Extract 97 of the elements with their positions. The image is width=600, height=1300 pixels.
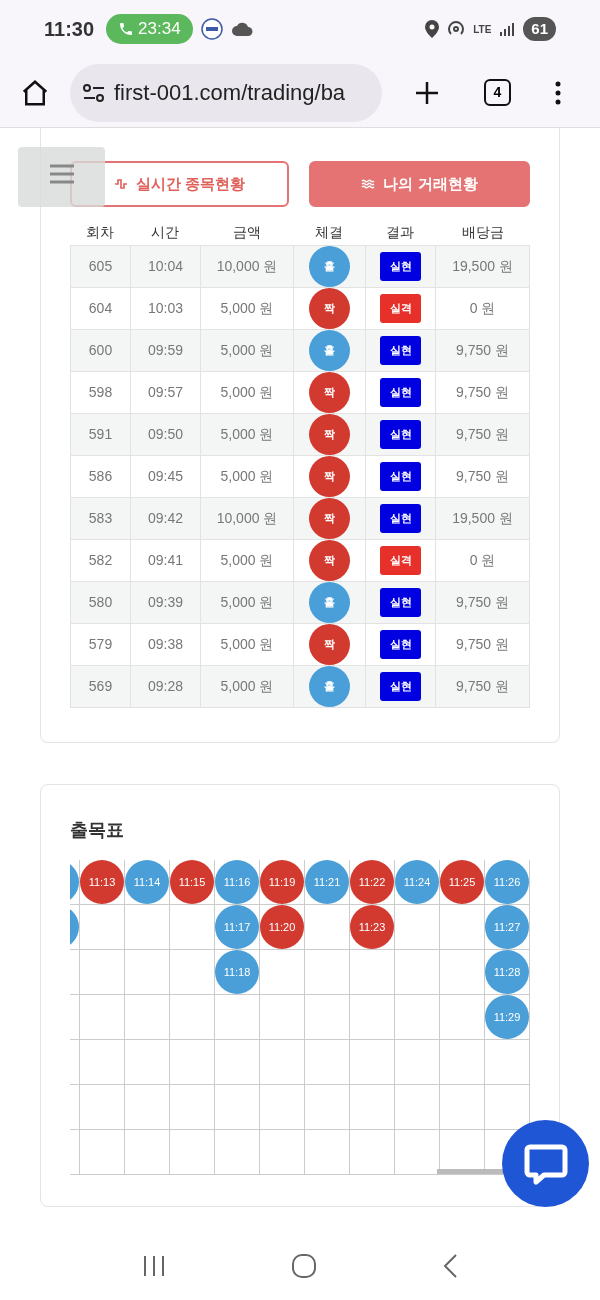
table-cell: 5,000 원 (201, 540, 294, 581)
pick-badge: 짝 (309, 498, 350, 539)
column-header: 결과 (385, 222, 415, 242)
table-cell: 09:41 (131, 540, 201, 581)
table-cell: 5,000 원 (201, 372, 294, 413)
pick-badge: 짝 (309, 414, 350, 455)
battery-indicator: 61 (523, 17, 556, 41)
status-time: 11:30 (44, 17, 95, 42)
table-cell: 10:04 (131, 246, 201, 287)
table-cell: 10,000 원 (201, 498, 294, 539)
table-cell-text: 9,750 원 (455, 341, 510, 360)
table-cell-text: 9,750 원 (455, 593, 510, 612)
chat-icon (523, 1142, 568, 1185)
result-badge: 실현 (380, 252, 421, 281)
table-cell: 583 (71, 498, 131, 539)
recent-apps-icon[interactable] (142, 1255, 167, 1277)
result-badge: 실격 (380, 294, 421, 323)
back-icon[interactable] (441, 1253, 458, 1279)
table-cell: 604 (71, 288, 131, 329)
table-cell-text: 0 원 (468, 299, 497, 318)
site-settings-icon[interactable] (82, 82, 106, 103)
table-cell: 5,000 원 (201, 624, 294, 665)
column-header: 회차 (85, 222, 115, 242)
table-cell: 5,000 원 (201, 582, 294, 623)
url-text: first-001.com/trading/ba (114, 79, 346, 107)
location-icon (425, 20, 440, 38)
table-cell: 09:39 (131, 582, 201, 623)
table-cell: 5,000 원 (201, 666, 294, 707)
table-cell: 586 (71, 456, 131, 497)
result-badge: 실현 (380, 462, 421, 491)
result-badge: 실현 (380, 672, 421, 701)
result-badge: 실현 (380, 420, 421, 449)
table-cell: 580 (71, 582, 131, 623)
menu-button[interactable] (18, 147, 105, 207)
pick-badge: 짝 (309, 624, 350, 665)
table-cell-text: 0 원 (468, 551, 497, 570)
pick-badge: 홀 (309, 582, 350, 623)
table-cell: 09:50 (131, 414, 201, 455)
table-cell: 605 (71, 246, 131, 287)
column-header: 금액 (231, 222, 262, 242)
table-cell: 5,000 원 (201, 414, 294, 455)
column-header: 배당금 (460, 222, 505, 242)
network-label: LTE (473, 22, 492, 37)
table-cell: 09:42 (131, 498, 201, 539)
signal-icon (499, 21, 516, 37)
address-bar[interactable]: first-001.com/trading/ba (70, 63, 382, 122)
table-cell-text: 19,500 원 (451, 257, 514, 276)
pick-badge: 짝 (309, 456, 350, 497)
table-cell: 598 (71, 372, 131, 413)
menu-icon (50, 164, 74, 184)
tab-button[interactable]: 나의 거래현황 (309, 161, 530, 207)
phone-icon (118, 21, 135, 37)
table-cell: 09:57 (131, 372, 201, 413)
pulse-icon (113, 178, 128, 190)
table-cell-text: 9,750 원 (455, 635, 510, 654)
table-cell: 5,000 원 (201, 330, 294, 371)
waves-icon (361, 179, 376, 189)
more-icon[interactable] (555, 80, 561, 105)
pick-badge: 홀 (309, 666, 350, 707)
pick-badge: 홀 (309, 246, 350, 287)
table-cell: 591 (71, 414, 131, 455)
result-badge: 실현 (380, 588, 421, 617)
table-cell: 5,000 원 (201, 456, 294, 497)
result-badge: 실격 (380, 546, 421, 575)
home-button-icon[interactable] (291, 1253, 317, 1279)
result-badge: 실현 (380, 378, 421, 407)
table-cell-text: 9,750 원 (455, 425, 510, 444)
cloud-icon (230, 20, 253, 38)
table-cell: 579 (71, 624, 131, 665)
tab-count-button[interactable]: 4 (484, 79, 511, 106)
pick-badge: 홀 (309, 330, 350, 371)
table-cell-text: 19,500 원 (451, 509, 514, 528)
table-cell-text: 9,750 원 (455, 467, 510, 486)
notification-icon (200, 18, 223, 40)
pick-badge: 짝 (309, 288, 350, 329)
table-cell-text: 9,750 원 (455, 383, 510, 402)
call-timer-pill[interactable]: 23:34 (106, 14, 193, 44)
pick-badge: 짝 (309, 540, 350, 581)
table-cell: 582 (71, 540, 131, 581)
table-cell: 569 (71, 666, 131, 707)
table-cell-text: 9,750 원 (455, 677, 510, 696)
table-cell: 10:03 (131, 288, 201, 329)
table-cell: 09:59 (131, 330, 201, 371)
column-header: 체결 (314, 222, 344, 242)
table-cell: 5,000 원 (201, 288, 294, 329)
table-cell: 10,000 원 (201, 246, 294, 287)
result-badge: 실현 (380, 630, 421, 659)
table-cell: 09:28 (131, 666, 201, 707)
result-badge: 실현 (380, 336, 421, 365)
plus-icon[interactable] (414, 79, 440, 106)
table-cell: 600 (71, 330, 131, 371)
section-title: 출목표 (70, 819, 125, 842)
pick-badge: 짝 (309, 372, 350, 413)
table-cell: 09:38 (131, 624, 201, 665)
table-cell: 09:45 (131, 456, 201, 497)
result-badge: 실현 (380, 504, 421, 533)
column-header: 시간 (150, 222, 180, 242)
